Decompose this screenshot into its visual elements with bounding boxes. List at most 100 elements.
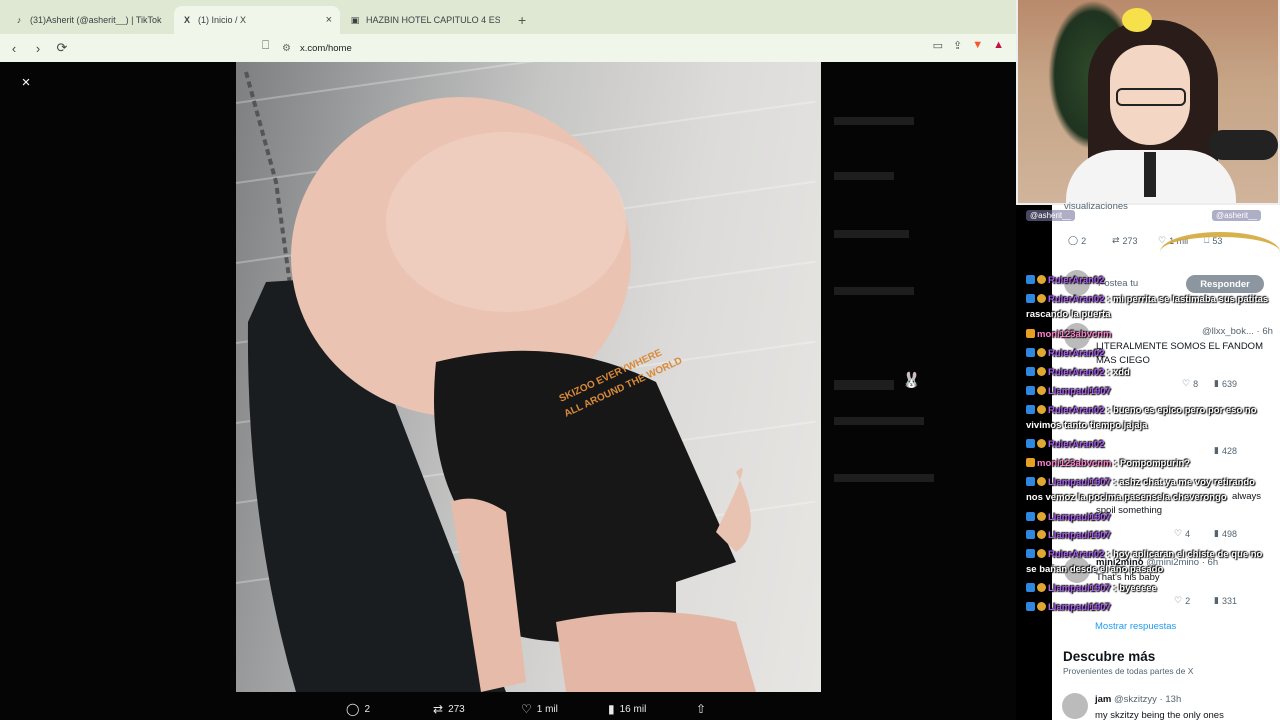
chat-username[interactable]: Llampaul1907	[1048, 477, 1111, 488]
views-action[interactable]: ▮ 16 mil	[608, 702, 646, 716]
chat-message: RulerAran02	[1026, 346, 1271, 361]
bookmark-icon[interactable]: ⎕	[262, 38, 269, 53]
chat-username[interactable]: RulerAran02	[1048, 348, 1105, 359]
count: 273	[1122, 235, 1138, 246]
like-action[interactable]: ♡ 1 mil	[521, 702, 558, 716]
address-bar[interactable]: ⚙ x.com/home	[282, 37, 902, 59]
film-icon: ▣	[350, 14, 360, 25]
repost-count: 273	[448, 703, 465, 715]
forward-button[interactable]: ›	[28, 38, 48, 58]
chat-message: RulerAran02 : xdd	[1026, 365, 1271, 380]
chat-username[interactable]: RulerAran02	[1048, 367, 1105, 378]
sub-badge-icon	[1037, 439, 1046, 448]
share-icon: ⇧	[696, 702, 707, 716]
reload-button[interactable]: ⟳	[52, 38, 72, 58]
plush-legs	[556, 612, 756, 692]
close-viewer-button[interactable]: ×	[16, 72, 36, 92]
show-replies-link[interactable]: Mostrar respuestas	[1095, 621, 1176, 632]
prime-badge-icon	[1026, 405, 1035, 414]
chick-headband-icon	[1122, 8, 1152, 32]
site-settings-icon[interactable]: ⚙	[282, 43, 300, 54]
crown-badge-icon	[1026, 458, 1035, 467]
share-action[interactable]: ⇧	[696, 702, 706, 716]
brave-shield-icon[interactable]: ▼	[972, 39, 983, 52]
sub-badge-icon	[1037, 477, 1046, 486]
chat-message: RulerAran02 : hoy aplicaran el chiste de…	[1026, 547, 1271, 577]
arrow-left-icon: ‹	[11, 40, 17, 56]
aria-icon[interactable]: ▲	[993, 39, 1004, 52]
chat-message: Llampaul1907 : byeeeee	[1026, 581, 1271, 596]
bunny-cursor-icon: 🐰	[902, 372, 921, 389]
prime-badge-icon	[1026, 530, 1035, 539]
sub-badge-icon	[1037, 512, 1046, 521]
arrow-right-icon: ›	[35, 40, 41, 56]
reply-icon: ◯	[1068, 235, 1079, 245]
chain	[244, 71, 293, 293]
chat-message: RulerAran02 : bueno es epico pero por es…	[1026, 403, 1271, 433]
share-icon[interactable]: ⇪	[953, 39, 962, 52]
chat-username[interactable]: moni123abvcnm	[1037, 329, 1111, 340]
reply-icon: ◯	[346, 702, 360, 716]
toolbar-actions: ▭ ⇪ ▼ ▲	[933, 39, 1004, 52]
cast-icon[interactable]: ▭	[933, 39, 943, 52]
stream-tag-right: @asherit__	[1212, 210, 1262, 221]
chat-text: : byeeeee	[1110, 583, 1157, 594]
post-image[interactable]: SKIZOO EVERYWHERE ALL AROUND THE WORLD	[236, 62, 821, 692]
chat-username[interactable]: moni123abvcnm	[1037, 458, 1111, 469]
chat-message: RulerAran02	[1026, 437, 1271, 452]
new-tab-button[interactable]: +	[510, 6, 534, 34]
thread-reposts[interactable]: ⇄ 273	[1112, 235, 1138, 246]
reply-action[interactable]: ◯ 2	[346, 702, 370, 716]
count: 2	[1081, 235, 1087, 246]
chat-username[interactable]: Llampaul1907	[1048, 386, 1111, 397]
thread-replies[interactable]: ◯ 2	[1068, 235, 1086, 246]
glasses	[1116, 88, 1186, 106]
sub-badge-icon	[1037, 602, 1046, 611]
tab-x-home[interactable]: X (1) Inicio / X ×	[174, 6, 340, 34]
chat-username[interactable]: RulerAran02	[1048, 275, 1105, 286]
background-trends	[830, 62, 1016, 720]
chat-text: : xdd	[1104, 367, 1130, 378]
reply-count: 2	[364, 703, 370, 715]
chat-username[interactable]: RulerAran02	[1048, 294, 1105, 305]
chat-username[interactable]: Llampaul1907	[1048, 602, 1111, 613]
avatar[interactable]	[1062, 693, 1088, 719]
x-icon: X	[183, 15, 190, 25]
dragon-overlay	[1160, 232, 1280, 272]
chat-message: moni123abvcnm : Pompompurin?	[1026, 456, 1271, 471]
chat-message: Llampaul1907	[1026, 600, 1271, 615]
prime-badge-icon	[1026, 386, 1035, 395]
sub-badge-icon	[1037, 367, 1046, 376]
chat-message: Llampaul1907	[1026, 510, 1271, 525]
tab-hazbin[interactable]: ▣ HAZBIN HOTEL CAPITULO 4 ESPAÑO	[342, 6, 508, 34]
chat-username[interactable]: Llampaul1907	[1048, 530, 1111, 541]
back-button[interactable]: ‹	[4, 38, 24, 58]
close-tab-button[interactable]: ×	[326, 14, 332, 26]
streamer-tie	[1144, 152, 1156, 197]
repost-icon: ⇄	[1112, 235, 1120, 245]
chat-username[interactable]: RulerAran02	[1048, 549, 1105, 560]
sub-badge-icon	[1037, 294, 1046, 303]
tab-bar: ♪ (31)Asherit (@asherit__) | TikTok X (1…	[0, 0, 1016, 34]
like-count: 1 mil	[536, 703, 558, 715]
sub-badge-icon	[1037, 386, 1046, 395]
tab-title: (31)Asherit (@asherit__) | TikTok	[30, 15, 162, 25]
plush-scene: SKIZOO EVERYWHERE ALL AROUND THE WORLD	[244, 71, 756, 692]
tab-tiktok[interactable]: ♪ (31)Asherit (@asherit__) | TikTok	[6, 6, 172, 34]
discover-title: Descubre más	[1063, 649, 1156, 664]
tab-title: (1) Inicio / X	[198, 15, 247, 25]
prime-badge-icon	[1026, 439, 1035, 448]
chat-username[interactable]: RulerAran02	[1048, 405, 1105, 416]
sub-badge-icon	[1037, 348, 1046, 357]
media-viewer: × SKIZOO EVERYWHERE ALL AROUND THE WORLD…	[0, 62, 1016, 720]
post-author: jam @skzitzyy · 13h	[1095, 694, 1182, 705]
chat-username[interactable]: Llampaul1907	[1048, 583, 1111, 594]
chat-username[interactable]: RulerAran02	[1048, 439, 1105, 450]
prime-badge-icon	[1026, 583, 1035, 592]
views-icon: ▮	[608, 702, 615, 716]
repost-action[interactable]: ⇄ 273	[433, 702, 465, 716]
post-text: my skzitzy being the only ones	[1095, 710, 1224, 720]
browser-toolbar: ‹ › ⟳ ⎕ ⚙ x.com/home ▭ ⇪ ▼ ▲	[0, 34, 1016, 62]
sub-badge-icon	[1037, 530, 1046, 539]
chat-username[interactable]: Llampaul1907	[1048, 512, 1111, 523]
